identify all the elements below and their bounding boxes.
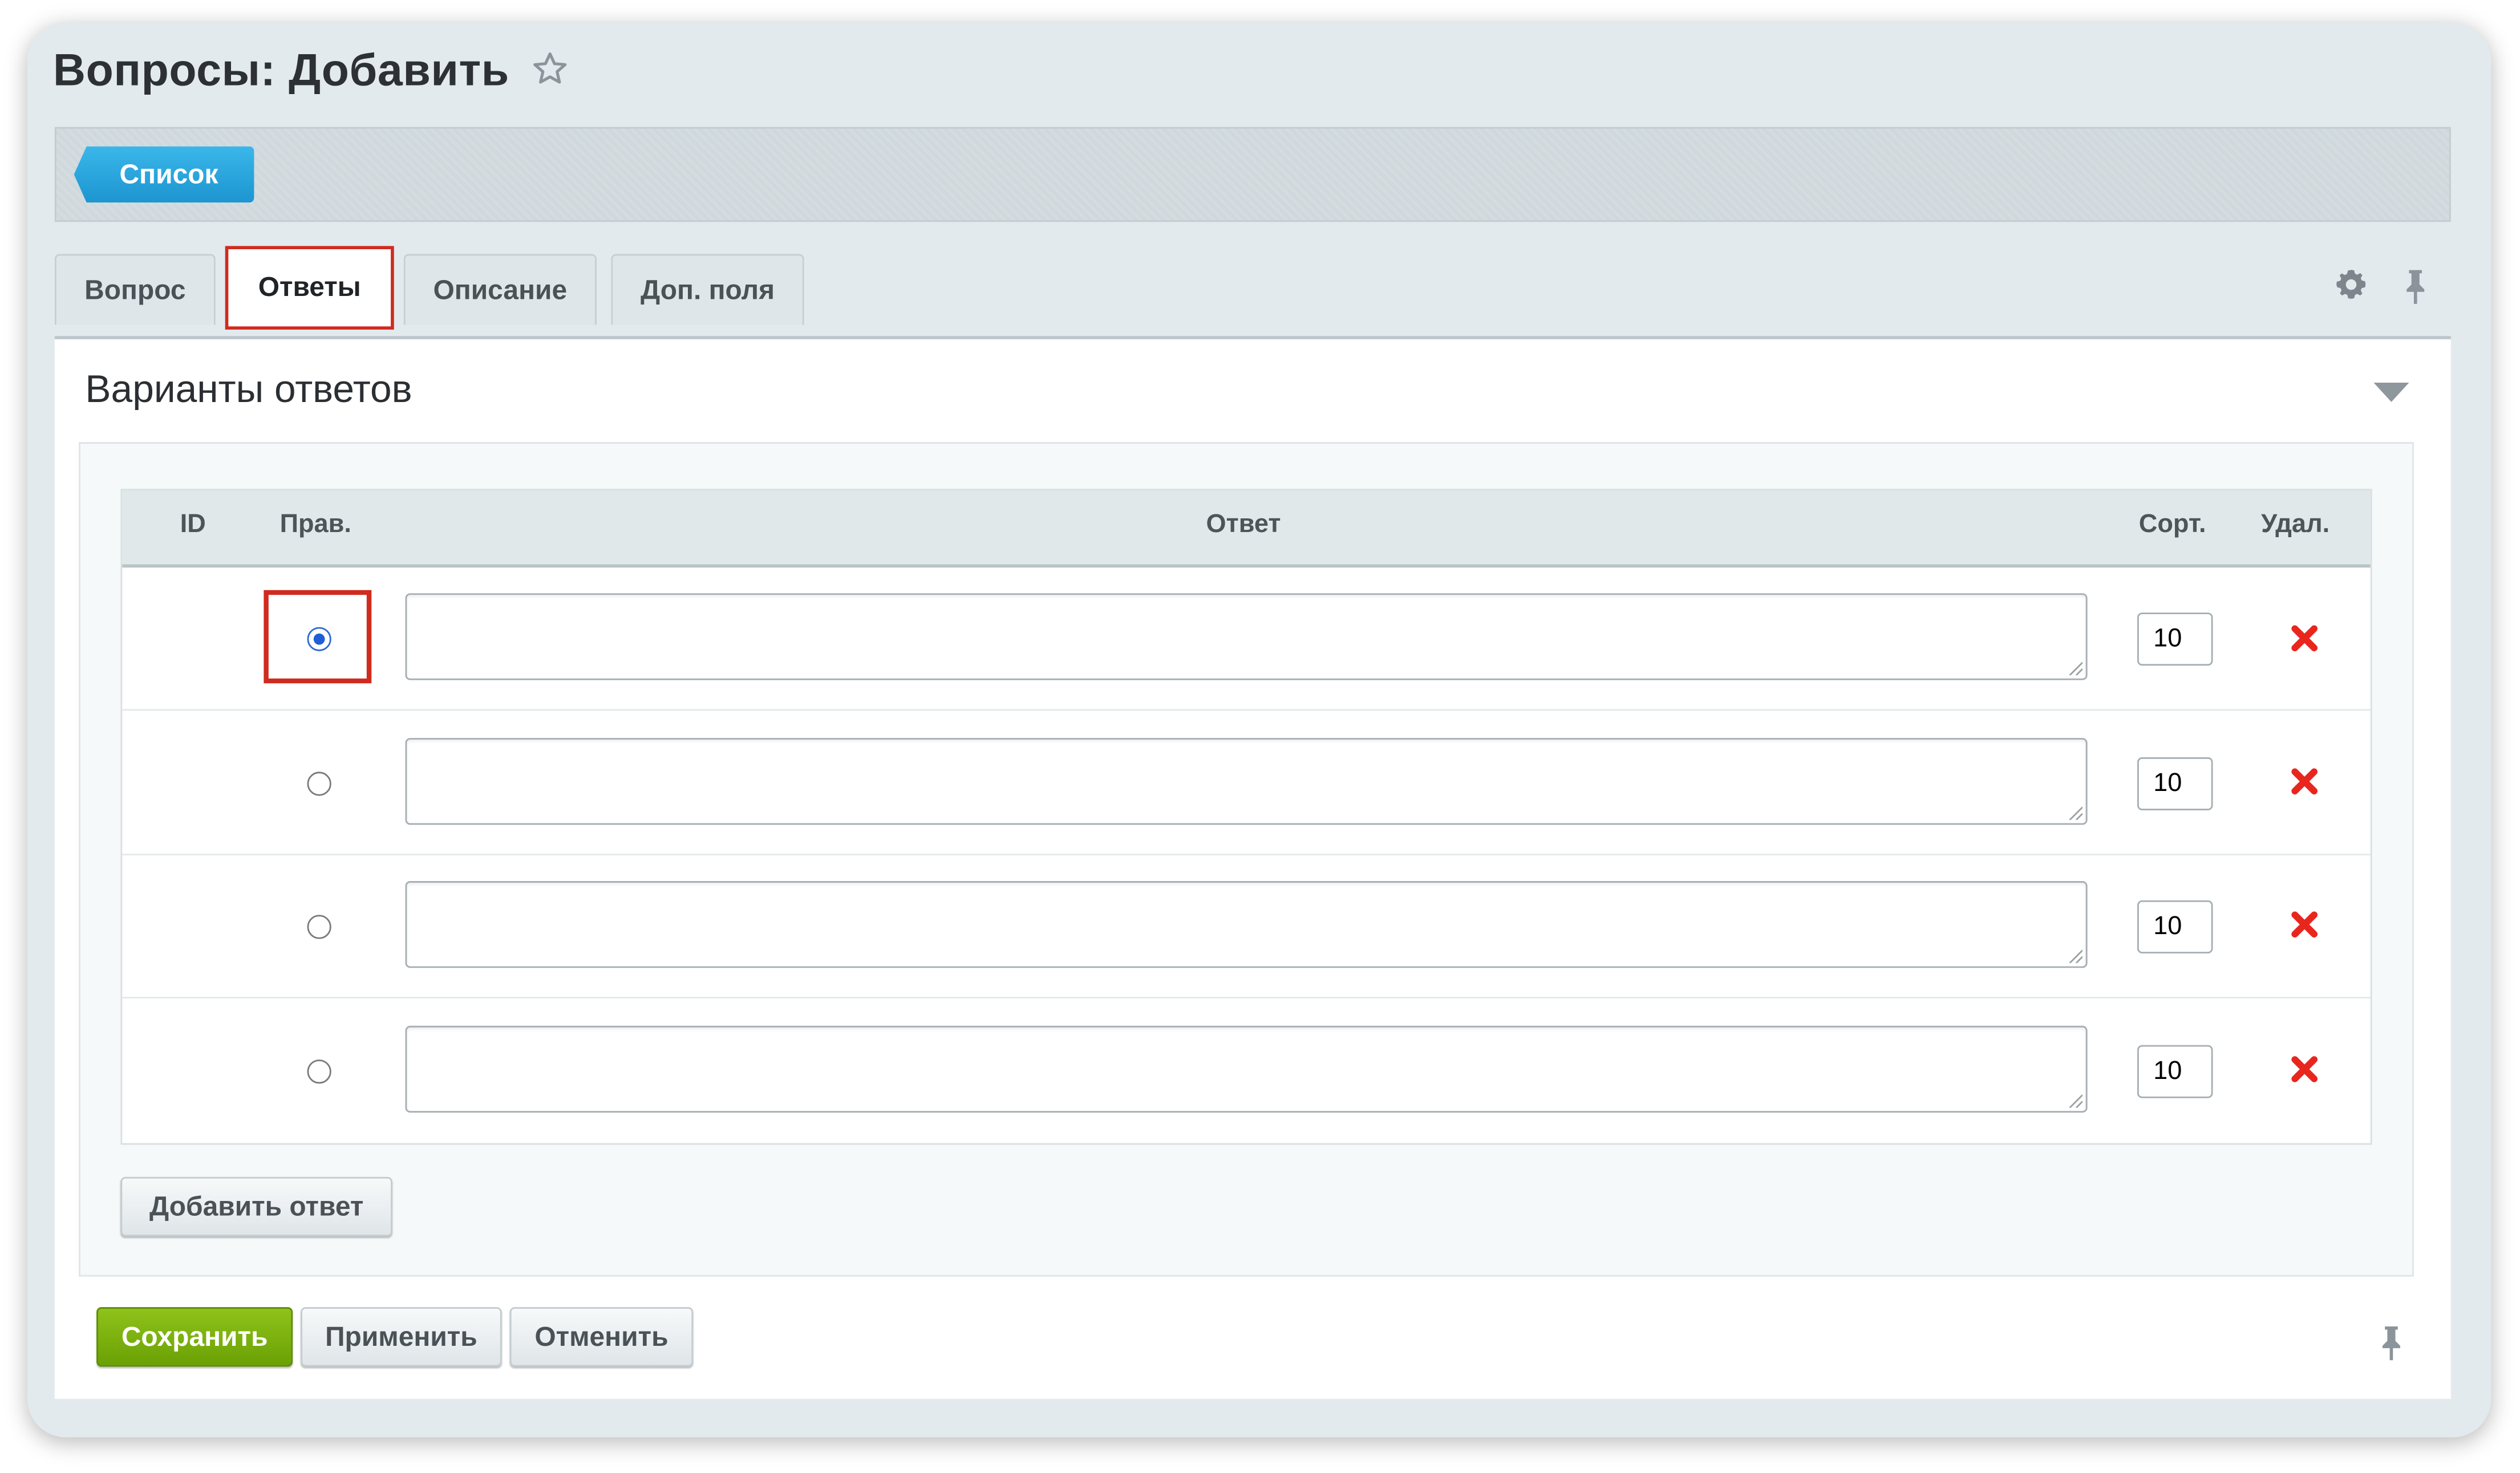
- cancel-button[interactable]: Отменить: [509, 1307, 694, 1367]
- resize-grip-icon[interactable]: [2068, 806, 2083, 820]
- pin-icon[interactable]: [2375, 1323, 2407, 1362]
- delete-icon[interactable]: [2290, 624, 2319, 653]
- list-button[interactable]: Список: [74, 146, 254, 203]
- save-button[interactable]: Сохранить: [96, 1307, 293, 1367]
- sort-input[interactable]: 10: [2137, 900, 2213, 953]
- resize-grip-icon[interactable]: [2068, 948, 2083, 963]
- delete-icon[interactable]: [2290, 910, 2319, 939]
- resize-grip-icon[interactable]: [2068, 661, 2083, 676]
- resize-grip-icon[interactable]: [2068, 1093, 2083, 1108]
- answer-textarea[interactable]: [405, 738, 2088, 825]
- page-title: Вопросы: Добавить: [53, 44, 509, 95]
- delete-icon[interactable]: [2290, 767, 2319, 796]
- tab-answers[interactable]: Ответы: [225, 246, 394, 330]
- chevron-down-icon[interactable]: [2373, 383, 2409, 402]
- highlight-box: [264, 590, 372, 684]
- column-header-correct: Прав.: [279, 511, 351, 539]
- sort-input[interactable]: 10: [2137, 612, 2213, 666]
- tab-question[interactable]: Вопрос: [54, 254, 216, 325]
- answer-textarea[interactable]: [405, 593, 2088, 680]
- sort-input[interactable]: 10: [2137, 1045, 2213, 1098]
- delete-icon[interactable]: [2290, 1055, 2319, 1084]
- tab-extra-fields[interactable]: Доп. поля: [611, 254, 804, 325]
- gear-icon[interactable]: [2333, 267, 2369, 302]
- tab-description[interactable]: Описание: [403, 254, 597, 325]
- correct-answer-radio[interactable]: [307, 772, 331, 796]
- column-header-delete: Удал.: [2261, 511, 2330, 539]
- correct-answer-radio[interactable]: [307, 915, 331, 939]
- column-header-answer: Ответ: [1206, 511, 1281, 539]
- section-title: Варианты ответов: [85, 368, 412, 412]
- pin-icon[interactable]: [2400, 267, 2432, 306]
- add-answer-button[interactable]: Добавить ответ: [120, 1176, 392, 1237]
- apply-button[interactable]: Применить: [301, 1307, 502, 1367]
- answer-textarea[interactable]: [405, 1025, 2088, 1113]
- answer-textarea[interactable]: [405, 881, 2088, 968]
- column-header-sort: Сорт.: [2138, 511, 2206, 539]
- star-icon[interactable]: [530, 50, 569, 88]
- context-toolbar: [54, 127, 2451, 222]
- sort-input[interactable]: 10: [2137, 757, 2213, 810]
- column-header-id: ID: [180, 511, 206, 539]
- correct-answer-radio[interactable]: [307, 1059, 331, 1084]
